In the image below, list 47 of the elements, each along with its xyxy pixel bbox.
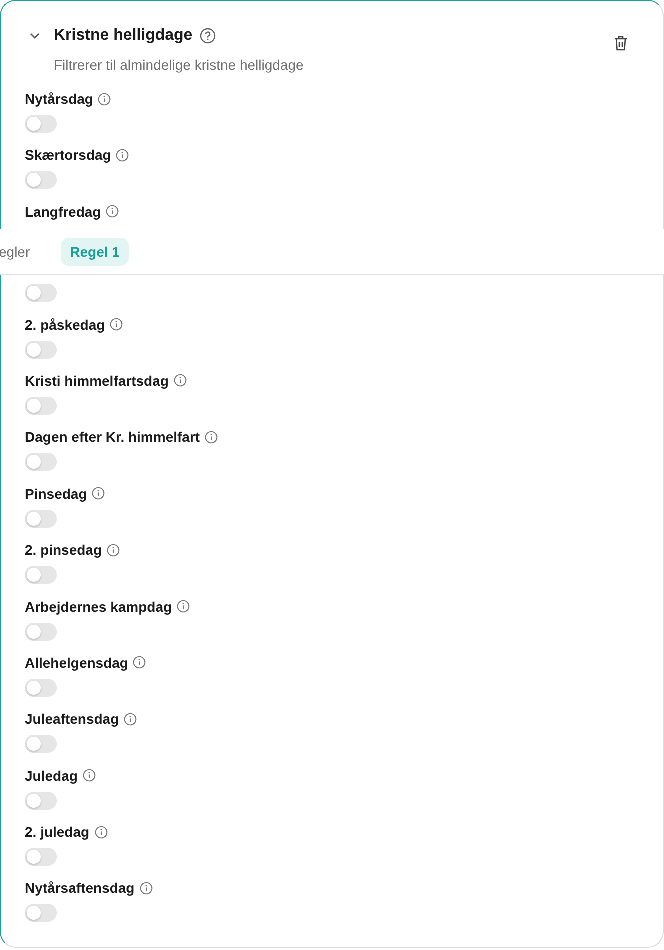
holiday-label: 2. pinsedag [25, 541, 102, 560]
holiday-label: Arbejdernes kampdag [25, 598, 172, 617]
holiday-label: 2. påskedag [25, 316, 106, 335]
info-icon [110, 318, 124, 332]
info-icon [82, 769, 96, 782]
holiday-label: Allehelgensdag [25, 654, 128, 673]
toggle-switch[interactable] [25, 453, 57, 472]
toggle-switch[interactable] [25, 510, 57, 528]
holiday-label: Langfredag [25, 202, 102, 222]
toggle-switch[interactable] [25, 622, 57, 641]
info-icon [133, 656, 146, 670]
holiday-label: Nytårsdag [25, 90, 94, 109]
toggle-switch[interactable] [25, 284, 57, 302]
info-icon [124, 712, 138, 726]
holiday-label: Juledag [25, 766, 78, 786]
info-icon [106, 205, 120, 218]
info-icon [140, 882, 153, 895]
toggle-switch[interactable] [25, 792, 57, 810]
holiday-label: Nytårsaftensdag [25, 879, 135, 898]
toggle-switch[interactable] [25, 340, 57, 359]
section-description: Filtrerer til almindelige kristne helligdage [54, 56, 305, 75]
toggle-switch[interactable] [25, 115, 57, 133]
section-title: Kristne helligdage [54, 26, 193, 46]
toggle-switch[interactable] [25, 678, 57, 697]
toggle-switch[interactable] [25, 848, 57, 866]
info-icon [116, 148, 130, 162]
delete-icon[interactable] [613, 35, 629, 52]
holiday-label: Dagen efter Kr. himmelfart [25, 428, 200, 448]
info-icon [92, 487, 106, 500]
info-icon [107, 544, 120, 557]
help-icon[interactable] [200, 28, 216, 44]
holiday-label: Skærtorsdag [25, 146, 112, 166]
holiday-label: Pinsedag [25, 484, 88, 504]
toggle-switch[interactable] [25, 396, 57, 415]
info-icon [94, 826, 108, 839]
info-icon [98, 92, 112, 106]
holiday-label: 2. juledag [25, 823, 90, 842]
toggle-switch[interactable] [25, 566, 57, 584]
info-icon [205, 430, 218, 444]
holiday-label: Kristi himmelfartsdag [25, 372, 169, 391]
toggle-switch[interactable] [25, 904, 57, 922]
tab[interactable]: Regel 1 [61, 238, 129, 266]
info-icon [177, 600, 190, 614]
holiday-label: Juleaftensdag [25, 710, 120, 730]
toggle-switch[interactable] [25, 735, 57, 754]
info-icon [174, 374, 187, 388]
toggle-switch[interactable] [25, 171, 57, 190]
